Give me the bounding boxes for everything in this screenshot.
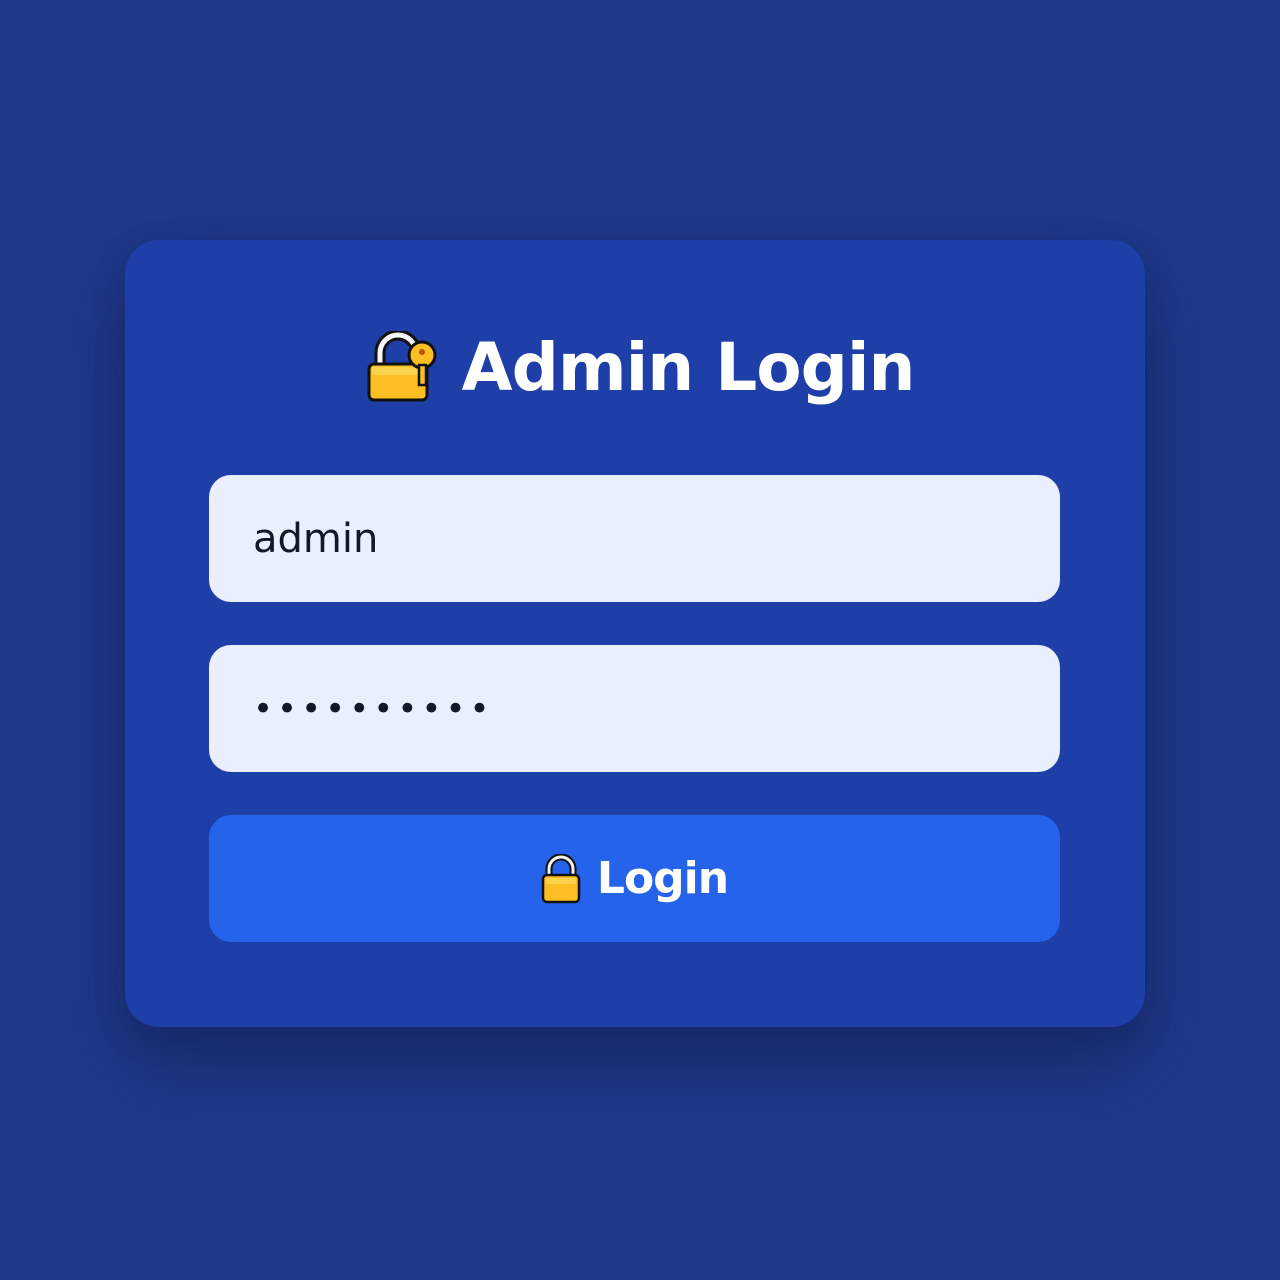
page-title: Admin Login bbox=[461, 329, 916, 406]
password-input[interactable] bbox=[253, 645, 1060, 772]
login-page: Admin Login Login bbox=[0, 0, 1280, 1280]
login-button-label: Login bbox=[596, 853, 729, 904]
lock-icon bbox=[541, 853, 581, 904]
login-button[interactable]: Login bbox=[209, 815, 1060, 942]
username-input[interactable] bbox=[253, 475, 1060, 602]
lock-with-key-icon bbox=[366, 329, 440, 405]
password-field-container bbox=[209, 645, 1060, 772]
username-field-container bbox=[209, 475, 1060, 602]
login-header: Admin Login bbox=[0, 328, 1280, 408]
